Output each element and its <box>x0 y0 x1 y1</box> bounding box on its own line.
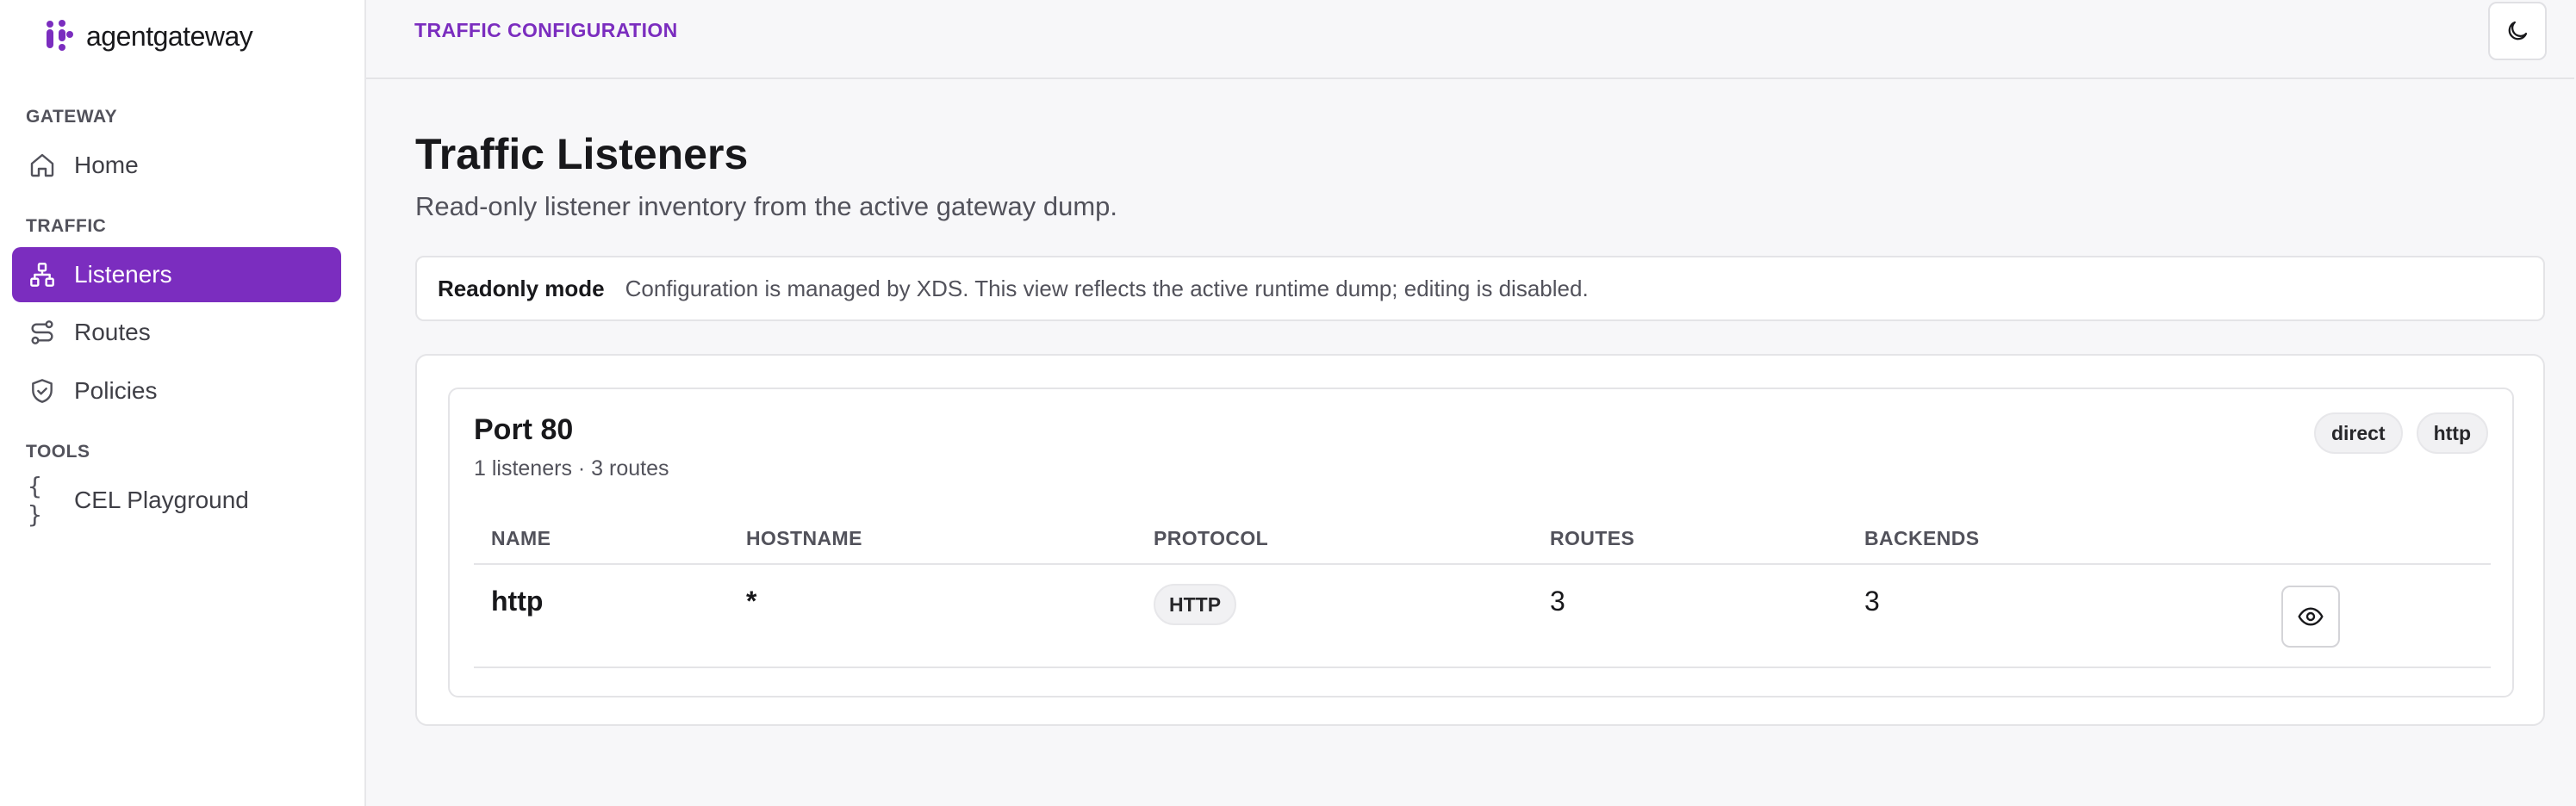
sidebar-item-home[interactable]: Home <box>12 138 341 193</box>
sidebar-item-label: Listeners <box>74 261 172 288</box>
notice-text: Configuration is managed by XDS. This vi… <box>625 275 1589 301</box>
port-meta: 1 listeners · 3 routes <box>474 456 669 480</box>
sidebar-item-label: Home <box>74 152 139 178</box>
port-card: Port 80 1 listeners · 3 routes direct ht… <box>448 388 2514 698</box>
brand-name: agentgateway <box>86 20 253 52</box>
sidebar-item-label: Policies <box>74 377 158 404</box>
shield-check-icon <box>28 376 57 406</box>
port-chips: direct http <box>2313 412 2488 454</box>
column-header-name: NAME <box>491 527 551 549</box>
agentgateway-logo-icon <box>47 20 73 51</box>
home-icon <box>28 151 57 180</box>
cell-hostname: * <box>746 586 757 617</box>
app-root: agentgateway GATEWAY Home TRAFFIC Listen… <box>0 0 2576 806</box>
listeners-table: NAME HOSTNAME PROTOCOL ROUTES BACKENDS h… <box>474 510 2491 668</box>
chip-direct: direct <box>2313 412 2403 454</box>
moon-icon <box>2508 21 2528 40</box>
eye-icon <box>2298 607 2324 626</box>
route-icon <box>28 318 57 347</box>
column-header-routes: ROUTES <box>1550 527 1635 549</box>
notice-title: Readonly mode <box>438 275 605 301</box>
section-title: TRAFFIC CONFIGURATION <box>414 19 678 41</box>
sidebar-item-policies[interactable]: Policies <box>12 363 341 418</box>
cell-backends: 3 <box>1864 586 1880 617</box>
chip-http: http <box>2416 412 2488 454</box>
sidebar-item-label: CEL Playground <box>74 487 249 513</box>
page-subtitle: Read-only listener inventory from the ac… <box>415 191 1118 221</box>
theme-toggle-button[interactable] <box>2488 2 2547 60</box>
section-label-gateway: GATEWAY <box>26 107 118 127</box>
sidebar: agentgateway GATEWAY Home TRAFFIC Listen… <box>0 0 366 806</box>
braces-icon: { } <box>28 472 42 529</box>
network-icon <box>28 260 57 289</box>
protocol-badge: HTTP <box>1154 584 1237 625</box>
table-row: http * HTTP 3 3 <box>474 565 2491 668</box>
table-header: NAME HOSTNAME PROTOCOL ROUTES BACKENDS <box>474 510 2491 565</box>
main-content: TRAFFIC CONFIGURATION Traffic Listeners … <box>366 0 2576 806</box>
cell-name: http <box>491 586 544 617</box>
column-header-hostname: HOSTNAME <box>746 527 862 549</box>
page-title: Traffic Listeners <box>415 130 749 178</box>
section-label-traffic: TRAFFIC <box>26 216 107 236</box>
section-label-tools: TOOLS <box>26 442 90 462</box>
sidebar-item-listeners[interactable]: Listeners <box>12 247 341 302</box>
listeners-card: Port 80 1 listeners · 3 routes direct ht… <box>415 354 2545 726</box>
readonly-notice: Readonly mode Configuration is managed b… <box>415 256 2545 321</box>
view-listener-button[interactable] <box>2281 586 2340 648</box>
sidebar-item-cel-playground[interactable]: { } CEL Playground <box>12 472 341 529</box>
column-header-protocol: PROTOCOL <box>1154 527 1269 549</box>
sidebar-item-routes[interactable]: Routes <box>12 305 341 360</box>
column-header-backends: BACKENDS <box>1864 527 1980 549</box>
sidebar-item-label: Routes <box>74 319 151 345</box>
brand[interactable]: agentgateway <box>45 17 253 55</box>
port-title: Port 80 <box>474 413 574 446</box>
cell-routes: 3 <box>1550 586 1565 617</box>
top-bar: TRAFFIC CONFIGURATION <box>366 0 2574 79</box>
